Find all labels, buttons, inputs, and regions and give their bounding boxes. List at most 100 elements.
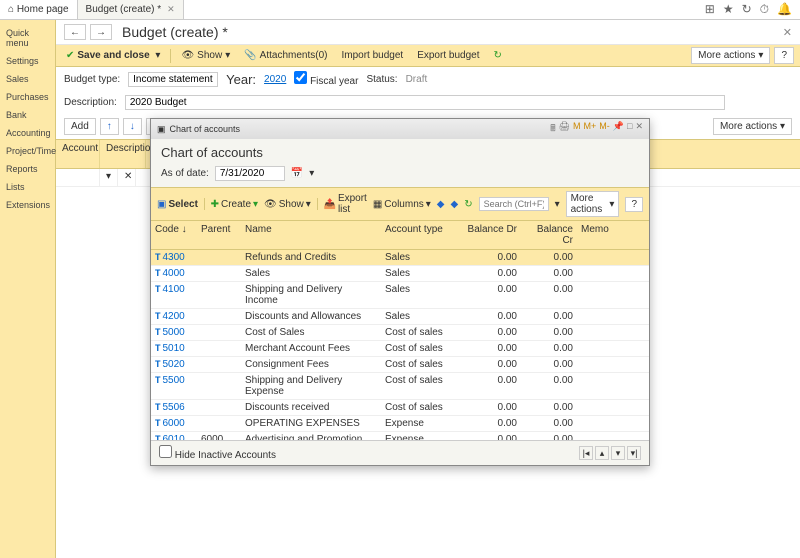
col-account[interactable]: Account [56, 140, 100, 168]
export-budget-button[interactable]: Export budget [413, 48, 483, 63]
sidebar-item-extensions[interactable]: Extensions [0, 196, 55, 214]
m-minus-icon[interactable]: M- [599, 121, 610, 137]
close-icon[interactable]: ✕ [167, 4, 175, 15]
account-row[interactable]: T5010Merchant Account FeesCost of sales0… [151, 341, 649, 357]
add-button[interactable]: Add [64, 118, 96, 135]
show-button[interactable]: 👁 Show ▾ [264, 199, 311, 210]
window-icon: ▣ [157, 124, 166, 135]
col-balance-dr[interactable]: Balance Dr [461, 221, 521, 249]
sidebar-item-sales[interactable]: Sales [0, 70, 55, 88]
refresh-icon[interactable]: ↻ [489, 48, 505, 63]
asof-label: As of date: [161, 168, 209, 179]
year-value[interactable]: 2020 [264, 74, 286, 85]
forward-button[interactable]: → [90, 24, 112, 40]
sidebar-item-reports[interactable]: Reports [0, 160, 55, 178]
calendar-icon[interactable]: 📅 [291, 168, 303, 179]
budget-type-input[interactable] [128, 72, 218, 87]
sidebar-item-bank[interactable]: Bank [0, 106, 55, 124]
account-row[interactable]: T4100Shipping and Delivery IncomeSales0.… [151, 282, 649, 309]
pin-icon[interactable]: 📌 [613, 121, 624, 137]
col-name[interactable]: Name [241, 221, 381, 249]
first-record-button[interactable]: |◂ [579, 446, 593, 460]
create-button[interactable]: ✚ Create ▾ [211, 199, 258, 210]
search-input[interactable] [479, 197, 549, 211]
columns-button[interactable]: ▦ Columns ▾ [373, 199, 431, 210]
tab-home[interactable]: ⌂ Home page [0, 0, 78, 19]
tab-budget[interactable]: Budget (create) *✕ [78, 0, 184, 19]
account-row[interactable]: T4300Refunds and CreditsSales0.000.00 [151, 250, 649, 266]
search-dropdown-icon[interactable]: ▾ [555, 199, 560, 210]
account-row[interactable]: T6000OPERATING EXPENSESExpense0.000.00 [151, 416, 649, 432]
col-code[interactable]: Code ↓ [151, 221, 197, 249]
print-icon[interactable]: 🖨 [559, 121, 570, 137]
sidebar-item-project-time[interactable]: Project/Time [0, 142, 55, 160]
sidebar-item-quick-menu[interactable]: Quick menu [0, 24, 55, 52]
sidebar-item-lists[interactable]: Lists [0, 178, 55, 196]
apps-icon[interactable]: ⊞ [705, 2, 715, 17]
asof-date-input[interactable] [215, 166, 285, 181]
import-budget-button[interactable]: Import budget [337, 48, 407, 63]
hide-inactive-checkbox[interactable]: Hide Inactive Accounts [159, 445, 276, 461]
page-title: Budget (create) * [122, 24, 783, 40]
account-row[interactable]: T5506Discounts receivedCost of sales0.00… [151, 400, 649, 416]
sidebar-item-settings[interactable]: Settings [0, 52, 55, 70]
help-button[interactable]: ? [774, 47, 794, 64]
fiscal-year-checkbox[interactable]: Fiscal year [294, 71, 358, 87]
date-dropdown-icon[interactable]: ▾ [309, 168, 314, 179]
move-up-button[interactable]: ↑ [100, 118, 119, 135]
close-icon[interactable]: ✕ [635, 121, 643, 137]
dialog-help-button[interactable]: ? [625, 197, 643, 212]
account-row[interactable]: T60106000Advertising and PromotionExpens… [151, 432, 649, 440]
top-icons: ⊞ ★ ↻ ⏱ 🔔 [705, 2, 800, 17]
col-memo[interactable]: Memo [577, 221, 649, 249]
star-icon[interactable]: ★ [723, 2, 734, 17]
next-record-button[interactable]: ▾ [611, 446, 625, 460]
status-label: Status: [366, 74, 397, 85]
more-actions-button[interactable]: More actions ▾ [691, 47, 770, 64]
calc-icon[interactable]: 🖩 [550, 121, 555, 137]
account-row[interactable]: T5000Cost of SalesCost of sales0.000.00 [151, 325, 649, 341]
maximize-icon[interactable]: □ [627, 121, 632, 137]
nav-row: ← → Budget (create) * ✕ [56, 20, 800, 45]
show-button[interactable]: 👁 Show ▾ [177, 48, 234, 63]
bell-icon[interactable]: 🔔 [777, 2, 792, 17]
col-balance-cr[interactable]: Balance Cr [521, 221, 577, 249]
top-tab-bar: ⌂ Home page Budget (create) *✕ ⊞ ★ ↻ ⏱ 🔔 [0, 0, 800, 20]
back-button[interactable]: ← [64, 24, 86, 40]
attachments-button[interactable]: 📎 Attachments(0) [240, 48, 331, 63]
refresh-icon[interactable]: ↻ [464, 199, 472, 210]
col-parent[interactable]: Parent [197, 221, 241, 249]
m-icon[interactable]: M [573, 121, 581, 137]
col-description[interactable]: Description [100, 140, 146, 168]
refresh-icon[interactable]: ↻ [742, 2, 752, 17]
prev-record-button[interactable]: ▴ [595, 446, 609, 460]
dialog-more-actions[interactable]: More actions ▾ [566, 191, 620, 217]
description-input[interactable] [125, 95, 725, 110]
chart-of-accounts-dialog: ▣ Chart of accounts 🖩 🖨 M M+ M- 📌 □ ✕ Ch… [150, 118, 650, 466]
nav-prev-icon[interactable]: ◆ [437, 199, 445, 210]
m-plus-icon[interactable]: M+ [584, 121, 597, 137]
nav-next-icon[interactable]: ◆ [451, 199, 459, 210]
save-and-close-button[interactable]: ✔Save and close ▾ [62, 48, 164, 63]
sidebar-item-accounting[interactable]: Accounting [0, 124, 55, 142]
sidebar-item-purchases[interactable]: Purchases [0, 88, 55, 106]
export-list-button[interactable]: 📤 Export list [323, 193, 366, 215]
dialog-title-text: Chart of accounts [170, 124, 241, 134]
clock-icon[interactable]: ⏱ [760, 2, 769, 17]
dialog-titlebar[interactable]: ▣ Chart of accounts 🖩 🖨 M M+ M- 📌 □ ✕ [151, 119, 649, 139]
account-row[interactable]: T4000SalesSales0.000.00 [151, 266, 649, 282]
last-record-button[interactable]: ▾| [627, 446, 641, 460]
select-button[interactable]: ▣ Select [157, 199, 198, 210]
account-row[interactable]: T4200Discounts and AllowancesSales0.000.… [151, 309, 649, 325]
dialog-grid-body[interactable]: T4300Refunds and CreditsSales0.000.00T40… [151, 250, 649, 440]
close-page-icon[interactable]: ✕ [783, 26, 792, 39]
description-label: Description: [64, 97, 117, 108]
move-down-button[interactable]: ↓ [123, 118, 142, 135]
account-row[interactable]: T5500Shipping and Delivery ExpenseCost o… [151, 373, 649, 400]
dialog-heading: Chart of accounts [161, 145, 639, 160]
dialog-grid-header: Code ↓ Parent Name Account type Balance … [151, 221, 649, 250]
main-toolbar: ✔Save and close ▾ 👁 Show ▾ 📎 Attachments… [56, 45, 800, 67]
col-type[interactable]: Account type [381, 221, 461, 249]
account-row[interactable]: T5020Consignment FeesCost of sales0.000.… [151, 357, 649, 373]
grid-more-actions[interactable]: More actions ▾ [713, 118, 792, 135]
